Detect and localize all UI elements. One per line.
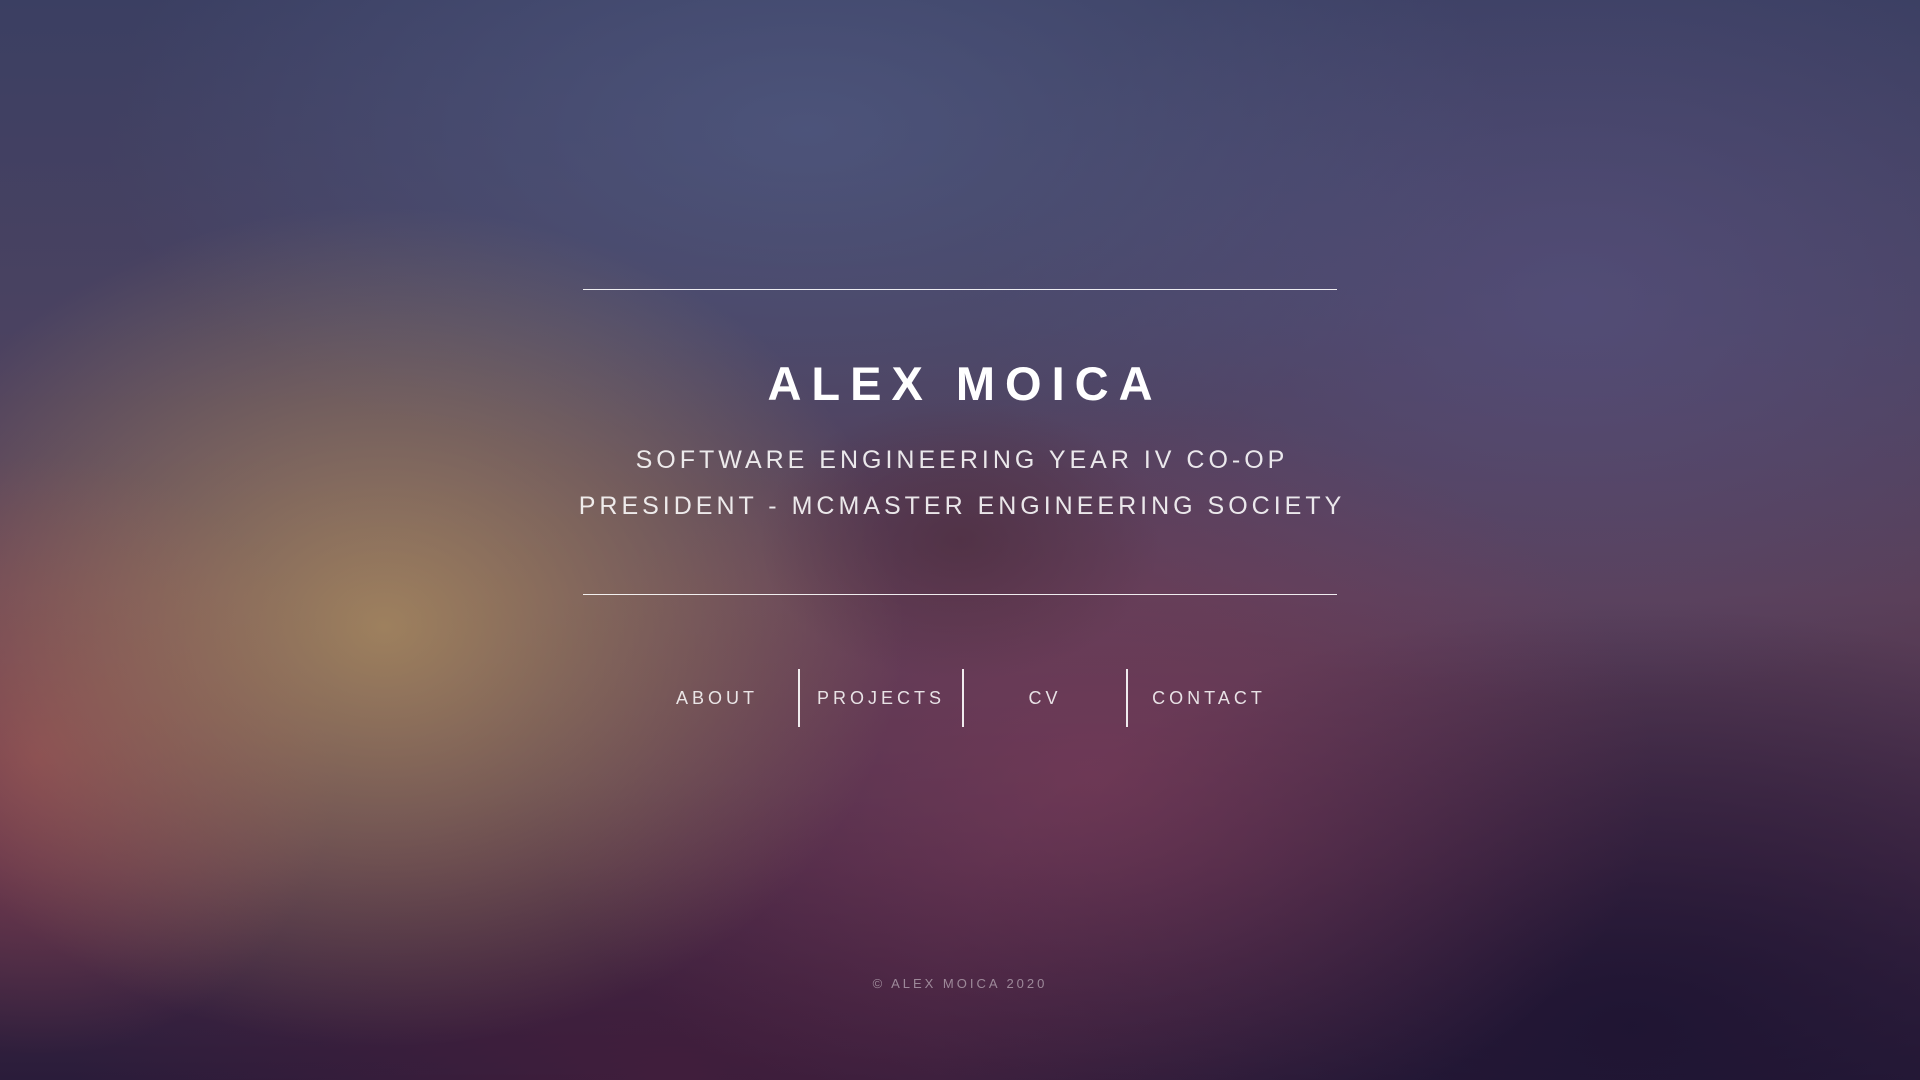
nav-link-cv[interactable]: CV [964, 669, 1126, 727]
nav-link-projects[interactable]: PROJECTS [800, 669, 962, 727]
bottom-divider [583, 594, 1337, 595]
top-divider [583, 289, 1337, 290]
page-title: ALEX MOICA [767, 357, 1163, 410]
subtitle-program: SOFTWARE ENGINEERING YEAR IV CO-OP [635, 446, 1289, 474]
hero-section: ALEX MOICA SOFTWARE ENGINEERING YEAR IV … [0, 0, 1920, 1080]
main-nav: ABOUT PROJECTS CV CONTACT [636, 669, 1290, 727]
nav-link-contact[interactable]: CONTACT [1128, 669, 1290, 727]
footer-copyright: © ALEX MOICA 2020 [872, 976, 1048, 991]
nav-link-about[interactable]: ABOUT [636, 669, 798, 727]
subtitle-role: PRESIDENT - MCMASTER ENGINEERING SOCIETY [578, 492, 1346, 520]
